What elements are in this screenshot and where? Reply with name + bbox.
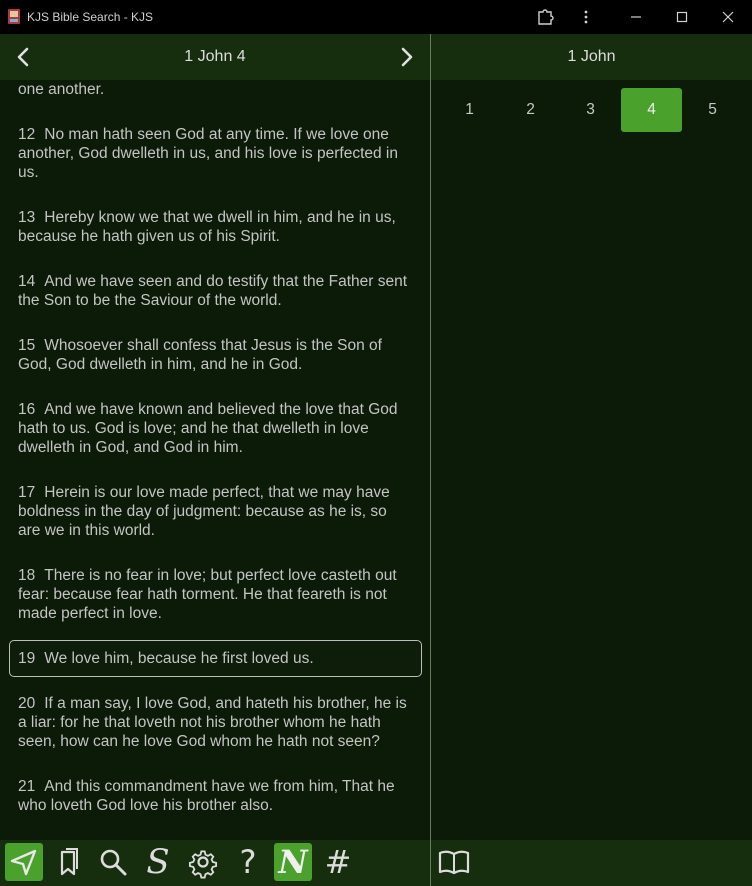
verse-item[interactable]: 20 If a man say, I love God, and hateth h… xyxy=(9,694,422,751)
extensions-button[interactable] xyxy=(534,6,558,28)
bottom-toolbar: S ? N # xyxy=(0,840,431,886)
search-button[interactable] xyxy=(94,843,132,881)
verse-list: one another. 12 No man hath seen God at a… xyxy=(0,80,430,840)
verse-item[interactable]: 13 Hereby know we that we dwell in him, a… xyxy=(9,208,422,246)
verse-text: No man hath seen God at any time. If we … xyxy=(18,126,398,181)
chevron-right-icon xyxy=(401,47,413,67)
title-bar: KJS Bible Search - KJS xyxy=(0,0,752,34)
book-header: 1 John xyxy=(431,34,752,80)
chapter-button-active[interactable]: 4 xyxy=(621,88,682,132)
app-window: KJS Bible Search - KJS 1 John 4 one anot… xyxy=(0,0,752,886)
verse-number: 20 xyxy=(18,695,36,712)
verse-text: Whosoever shall confess that Jesus is th… xyxy=(18,337,382,373)
minimize-icon xyxy=(631,16,641,18)
verse-number: 21 xyxy=(18,778,36,795)
verse-number: 17 xyxy=(18,484,36,501)
verse-item[interactable]: 14 And we have seen and do testify that t… xyxy=(9,272,422,310)
verse-number: 13 xyxy=(18,209,36,226)
hash-icon: # xyxy=(324,843,352,881)
bookmarks-button[interactable] xyxy=(50,843,88,881)
verse-text: We love him, because he first loved us. xyxy=(44,650,314,667)
window-title: KJS Bible Search - KJS xyxy=(27,10,154,24)
open-book-icon xyxy=(438,850,470,875)
verse-number: 18 xyxy=(18,567,36,584)
settings-button[interactable] xyxy=(184,843,222,881)
puzzle-icon xyxy=(538,9,554,25)
previous-chapter-button[interactable] xyxy=(10,44,36,70)
more-vertical-icon xyxy=(584,10,588,24)
help-button[interactable]: ? xyxy=(229,843,267,881)
verse-text: There is no fear in love; but perfect lo… xyxy=(18,567,397,622)
next-chapter-button[interactable] xyxy=(394,44,420,70)
book-title: 1 John xyxy=(567,48,616,65)
minimize-button[interactable] xyxy=(624,6,648,28)
navigate-arrow-icon xyxy=(10,849,37,876)
verse-item[interactable]: 16 And we have known and believed the lov… xyxy=(9,400,422,457)
notes-button[interactable]: N xyxy=(274,843,312,881)
verse-number: 19 xyxy=(18,650,36,667)
chapter-pane: 1 John 1 2 3 4 5 xyxy=(431,34,752,840)
maximize-button[interactable] xyxy=(670,6,694,28)
verse-pane: 1 John 4 one another. 12 No man hath seen… xyxy=(0,34,431,840)
bottom-toolbar-right xyxy=(431,840,752,886)
verse-number: 14 xyxy=(18,273,36,290)
verse-text: Herein is our love made perfect, that we… xyxy=(18,484,390,539)
verse-number-button[interactable]: # xyxy=(319,843,357,881)
verse-text: And this commandment have we from him, T… xyxy=(18,778,395,814)
verse-item[interactable]: 15 Whosoever shall confess that Jesus is … xyxy=(9,336,422,374)
notes-n-icon: N xyxy=(278,843,308,881)
help-question-icon: ? xyxy=(239,843,257,881)
chapter-title: 1 John 4 xyxy=(184,48,246,65)
book-picker-button[interactable] xyxy=(435,843,473,881)
verse-text: And we have seen and do testify that the… xyxy=(18,273,408,309)
verse-number: 12 xyxy=(18,126,36,143)
chapter-button[interactable]: 1 xyxy=(439,88,500,132)
verse-item[interactable]: 17 Herein is our love made perfect, that … xyxy=(9,483,422,540)
verse-item[interactable]: 18 There is no fear in love; but perfect … xyxy=(9,566,422,623)
verse-item[interactable]: one another. xyxy=(9,80,422,99)
verse-item-selected[interactable]: 19 We love him, because he first loved us… xyxy=(9,640,422,677)
strongs-s-icon: S xyxy=(146,842,170,882)
verse-item[interactable]: 21 And this commandment have we from him,… xyxy=(9,777,422,815)
close-button[interactable] xyxy=(716,6,740,28)
chapter-header: 1 John 4 xyxy=(0,34,430,80)
verse-text: one another. xyxy=(18,81,105,98)
app-book-icon xyxy=(8,9,20,24)
verse-number: 16 xyxy=(18,401,36,418)
chapter-button[interactable]: 3 xyxy=(560,88,621,132)
verse-text: And we have known and believed the love … xyxy=(18,401,398,456)
verse-item[interactable]: 12 No man hath seen God at any time. If w… xyxy=(9,125,422,182)
more-options-button[interactable] xyxy=(574,6,598,28)
verse-text: If a man say, I love God, and hateth his… xyxy=(18,695,407,750)
maximize-icon xyxy=(676,11,688,23)
verse-text: Hereby know we that we dwell in him, and… xyxy=(18,209,396,245)
chevron-left-icon xyxy=(17,47,29,67)
chapter-button[interactable]: 5 xyxy=(682,88,743,132)
strongs-button[interactable]: S xyxy=(139,843,177,881)
verse-number: 15 xyxy=(18,337,36,354)
close-icon xyxy=(722,11,734,23)
navigate-button[interactable] xyxy=(5,843,43,881)
gear-icon xyxy=(188,850,218,879)
chapter-button[interactable]: 2 xyxy=(500,88,561,132)
search-icon xyxy=(100,849,127,876)
bookmarks-icon xyxy=(60,848,78,876)
